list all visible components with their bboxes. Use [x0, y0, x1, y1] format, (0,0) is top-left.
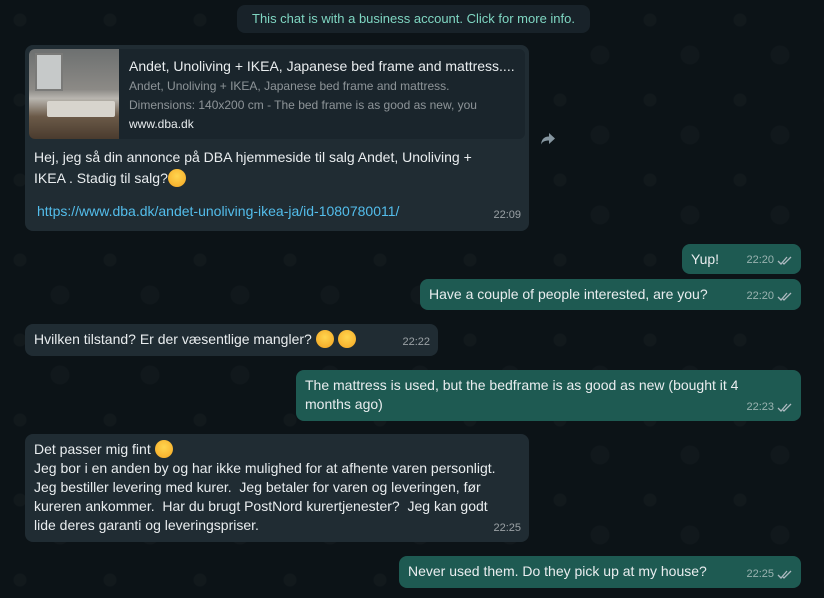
- message-time: 22:09: [493, 209, 521, 221]
- message-outgoing[interactable]: The mattress is used, but the bedframe i…: [296, 370, 801, 421]
- message-text: IKEA . Stadig til salg?: [34, 170, 168, 186]
- message-text: Jeg bor i en anden by og har ikke muligh…: [34, 460, 496, 533]
- message-outgoing[interactable]: Have a couple of people interested, are …: [420, 279, 801, 310]
- double-check-icon: [777, 403, 792, 412]
- business-account-notice[interactable]: This chat is with a business account. Cl…: [237, 5, 590, 33]
- message-text: Yup!: [691, 251, 720, 267]
- message-incoming[interactable]: Hvilken tilstand? Er der væsentlige mang…: [25, 324, 438, 356]
- message-time: 22:25: [746, 568, 774, 580]
- message-outgoing[interactable]: Never used them. Do they pick up at my h…: [399, 556, 801, 588]
- link-preview-description: Dimensions: 140x200 cm - The bed frame i…: [129, 98, 477, 112]
- link-preview-thumbnail: [29, 49, 119, 139]
- link-preview-description: Andet, Unoliving + IKEA, Japanese bed fr…: [129, 79, 450, 93]
- message-time: 22:22: [402, 336, 430, 348]
- link-preview-title: Andet, Unoliving + IKEA, Japanese bed fr…: [129, 58, 515, 74]
- message-text: Have a couple of people interested, are …: [429, 286, 708, 302]
- message-time: 22:20: [746, 254, 774, 266]
- thinking-face-emoji: [315, 330, 334, 348]
- message-link[interactable]: https://www.dba.dk/andet-unoliving-ikea-…: [37, 203, 399, 219]
- message-time: 22:20: [746, 290, 774, 302]
- forward-icon[interactable]: [540, 132, 556, 146]
- message-text: Hej, jeg så din annonce på DBA hjemmesid…: [34, 149, 472, 165]
- double-check-icon: [777, 570, 792, 579]
- link-preview-card[interactable]: Andet, Unoliving + IKEA, Japanese bed fr…: [29, 49, 525, 139]
- smiling-face-emoji: [154, 440, 173, 458]
- message-incoming[interactable]: Det passer mig fint Jeg bor i en anden b…: [25, 434, 529, 542]
- link-preview-domain: www.dba.dk: [129, 117, 194, 131]
- double-check-icon: [777, 256, 792, 265]
- smiling-face-emoji: [167, 169, 186, 187]
- message-text: Det passer mig fint: [34, 441, 151, 457]
- double-check-icon: [777, 292, 792, 301]
- message-time: 22:25: [493, 522, 521, 534]
- message-incoming-link[interactable]: Andet, Unoliving + IKEA, Japanese bed fr…: [25, 45, 529, 231]
- message-text: Hvilken tilstand? Er der væsentlige mang…: [34, 331, 312, 347]
- message-text: Never used them. Do they pick up at my h…: [408, 563, 707, 579]
- relieved-face-emoji: [337, 330, 356, 348]
- message-time: 22:23: [746, 401, 774, 413]
- message-outgoing[interactable]: Yup! 22:20: [682, 244, 801, 274]
- message-text: The mattress is used, but the bedframe i…: [305, 377, 739, 412]
